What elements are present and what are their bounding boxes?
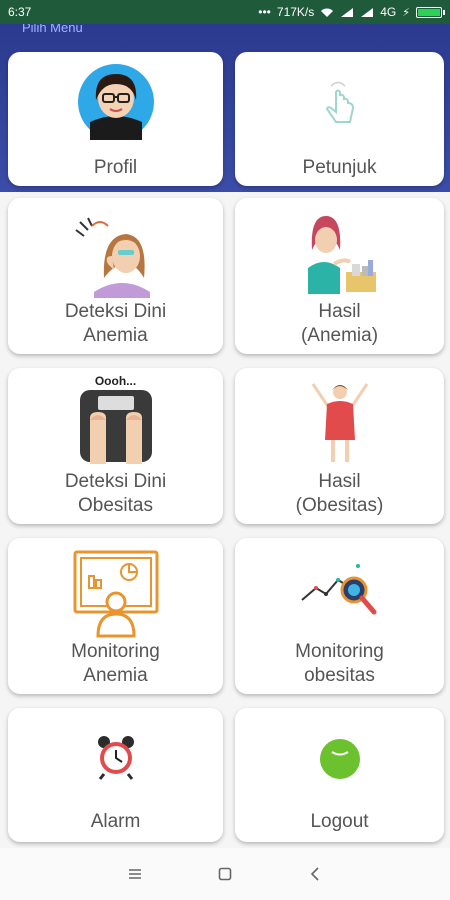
menu-card-monitoring-anemia[interactable]: Monitoring Anemia — [8, 538, 223, 694]
menu-label: Deteksi Dini — [64, 471, 167, 492]
tap-hand-icon — [325, 81, 354, 123]
menu-card-alarm[interactable]: Alarm — [8, 708, 223, 842]
menu-label-line2: Anemia — [83, 325, 148, 346]
menu-label-line2: (Anemia) — [300, 325, 379, 346]
page-title: Pilih Menu — [22, 24, 83, 35]
back-chevron-icon[interactable] — [300, 859, 330, 889]
menu-label-line2: Obesitas — [78, 495, 153, 516]
charging-icon: ⚡ — [402, 6, 410, 19]
network-type: 4G — [380, 5, 397, 19]
menu-label: Deteksi Dini — [64, 301, 167, 322]
menu-label: Profil — [93, 157, 138, 178]
menu-label: Monitoring — [71, 641, 160, 662]
square-home-icon[interactable] — [210, 859, 240, 889]
system-nav-bar — [0, 848, 450, 900]
dots-icon: ••• — [258, 5, 271, 19]
woman-results-icon — [307, 216, 376, 294]
menu-label: Alarm — [90, 811, 141, 832]
logout-smile-icon — [319, 739, 360, 779]
signal-2-icon — [361, 7, 374, 17]
status-bar: 6:37 ••• 717K/s 4G ⚡ — [0, 0, 450, 24]
dizzy-woman-icon — [74, 217, 150, 298]
happy-woman-icon — [311, 383, 368, 462]
menu-card-logout[interactable]: Logout — [235, 708, 444, 842]
menu-label: Hasil — [318, 301, 361, 322]
menu-label-line2: Anemia — [83, 665, 148, 686]
network-speed: 717K/s — [276, 5, 315, 19]
menu-card-monitoring-obesitas[interactable]: Monitoring obesitas — [235, 538, 444, 694]
menu-card-hasil-obesitas[interactable]: Hasil (Obesitas) — [235, 368, 444, 524]
menu-lines-icon[interactable] — [120, 859, 150, 889]
analytics-magnifier-icon — [300, 564, 376, 615]
menu-card-profil[interactable]: Profil — [8, 52, 223, 186]
weight-scale-icon — [79, 390, 152, 464]
menu-card-hasil-anemia[interactable]: Hasil (Anemia) — [235, 198, 444, 354]
menu-label: Petunjuk — [302, 157, 377, 178]
profile-avatar-icon — [77, 64, 154, 140]
alarm-clock-icon — [97, 736, 134, 780]
menu-card-deteksi-obesitas[interactable]: Oooh... Deteksi Dini Obesitas — [8, 368, 223, 524]
menu-label-line2: obesitas — [304, 665, 375, 686]
menu-card-petunjuk[interactable]: Petunjuk — [235, 52, 444, 186]
status-icons: ••• 717K/s 4G ⚡ — [258, 5, 445, 19]
wifi-icon — [321, 8, 334, 17]
menu-label-line2: (Obesitas) — [295, 495, 384, 516]
monitor-person-icon — [73, 550, 158, 638]
signal-icon — [341, 7, 354, 17]
menu-label: Logout — [310, 811, 369, 832]
battery-icon — [416, 6, 445, 18]
menu-label: Monitoring — [295, 641, 384, 662]
status-time: 6:37 — [8, 5, 32, 19]
menu-card-deteksi-anemia[interactable]: Deteksi Dini Anemia — [8, 198, 223, 354]
scale-speech-text: Oooh... — [94, 374, 137, 388]
menu-label: Hasil — [318, 471, 361, 492]
